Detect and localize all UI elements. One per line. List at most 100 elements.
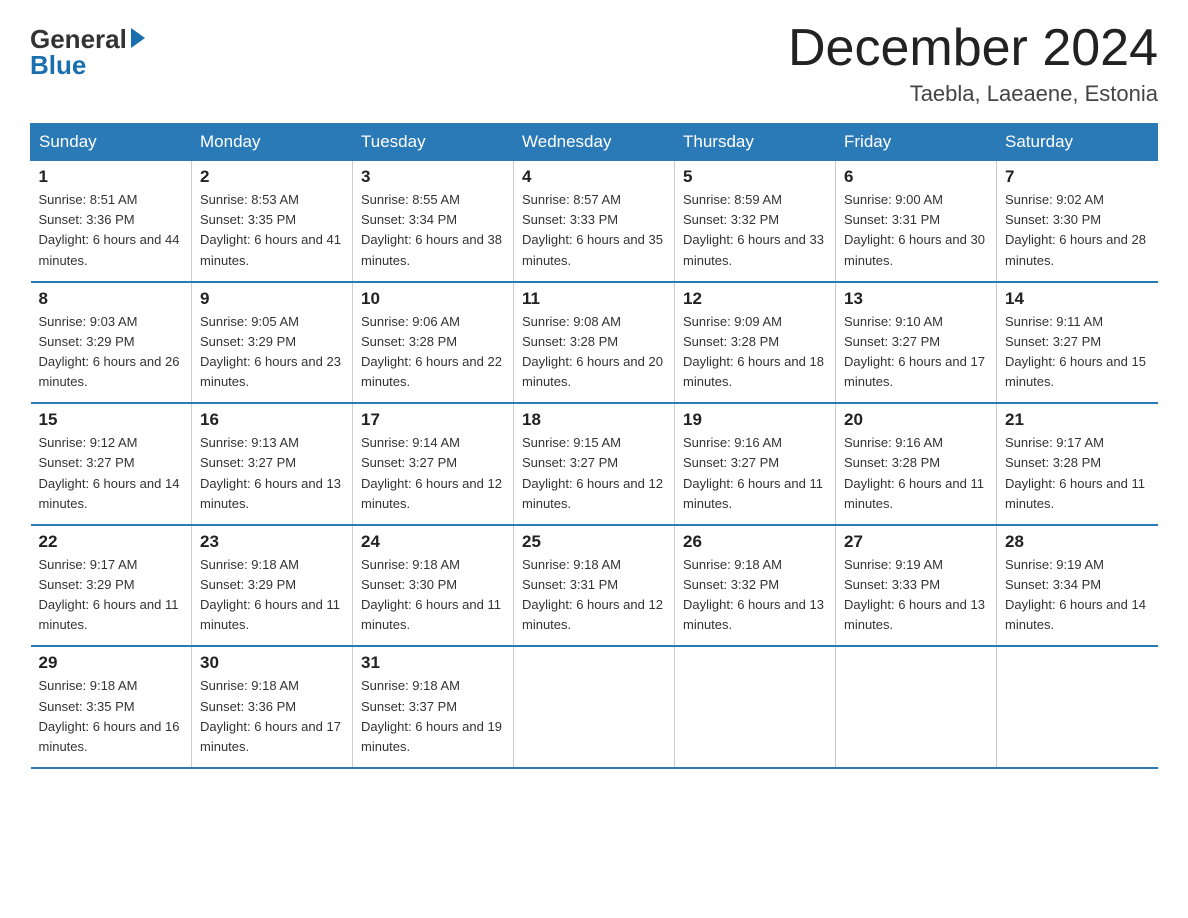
weekday-header-friday: Friday: [836, 124, 997, 161]
title-block: December 2024 Taebla, Laeaene, Estonia: [788, 20, 1158, 107]
day-number: 21: [1005, 410, 1150, 430]
day-info: Sunrise: 9:15 AMSunset: 3:27 PMDaylight:…: [522, 433, 666, 514]
day-info: Sunrise: 8:51 AMSunset: 3:36 PMDaylight:…: [39, 190, 184, 271]
day-number: 10: [361, 289, 505, 309]
day-number: 20: [844, 410, 988, 430]
weekday-header-sunday: Sunday: [31, 124, 192, 161]
calendar-cell: 19Sunrise: 9:16 AMSunset: 3:27 PMDayligh…: [675, 403, 836, 525]
weekday-header-wednesday: Wednesday: [514, 124, 675, 161]
day-info: Sunrise: 9:19 AMSunset: 3:33 PMDaylight:…: [844, 555, 988, 636]
day-number: 6: [844, 167, 988, 187]
day-info: Sunrise: 9:18 AMSunset: 3:37 PMDaylight:…: [361, 676, 505, 757]
page-header: General Blue December 2024 Taebla, Laeae…: [30, 20, 1158, 107]
day-info: Sunrise: 9:12 AMSunset: 3:27 PMDaylight:…: [39, 433, 184, 514]
day-number: 3: [361, 167, 505, 187]
calendar-cell: 2Sunrise: 8:53 AMSunset: 3:35 PMDaylight…: [192, 161, 353, 282]
day-info: Sunrise: 9:08 AMSunset: 3:28 PMDaylight:…: [522, 312, 666, 393]
calendar-table: SundayMondayTuesdayWednesdayThursdayFrid…: [30, 123, 1158, 769]
calendar-cell: 18 Sunrise: 9:15 AMSunset: 3:27 PMDayligh…: [514, 403, 675, 525]
weekday-header-thursday: Thursday: [675, 124, 836, 161]
day-number: 7: [1005, 167, 1150, 187]
calendar-cell: 24 Sunrise: 9:18 AMSunset: 3:30 PMDayligh…: [353, 525, 514, 647]
day-number: 29: [39, 653, 184, 673]
calendar-cell: 16Sunrise: 9:13 AMSunset: 3:27 PMDayligh…: [192, 403, 353, 525]
month-title: December 2024: [788, 20, 1158, 77]
day-info: Sunrise: 9:10 AMSunset: 3:27 PMDaylight:…: [844, 312, 988, 393]
day-number: 31: [361, 653, 505, 673]
logo: General Blue: [30, 20, 145, 78]
day-info: Sunrise: 9:16 AMSunset: 3:27 PMDaylight:…: [683, 433, 827, 514]
day-info: Sunrise: 9:18 AMSunset: 3:35 PMDaylight:…: [39, 676, 184, 757]
calendar-cell: 9 Sunrise: 9:05 AMSunset: 3:29 PMDaylight…: [192, 282, 353, 404]
day-number: 2: [200, 167, 344, 187]
calendar-cell: 20 Sunrise: 9:16 AMSunset: 3:28 PMDayligh…: [836, 403, 997, 525]
calendar-week-row: 15 Sunrise: 9:12 AMSunset: 3:27 PMDayligh…: [31, 403, 1158, 525]
calendar-week-row: 8 Sunrise: 9:03 AMSunset: 3:29 PMDaylight…: [31, 282, 1158, 404]
day-number: 16: [200, 410, 344, 430]
calendar-cell: 5Sunrise: 8:59 AMSunset: 3:32 PMDaylight…: [675, 161, 836, 282]
day-info: Sunrise: 9:03 AMSunset: 3:29 PMDaylight:…: [39, 312, 184, 393]
day-info: Sunrise: 9:18 AMSunset: 3:32 PMDaylight:…: [683, 555, 827, 636]
calendar-cell: 29 Sunrise: 9:18 AMSunset: 3:35 PMDayligh…: [31, 646, 192, 768]
day-number: 24: [361, 532, 505, 552]
calendar-cell: 17 Sunrise: 9:14 AMSunset: 3:27 PMDayligh…: [353, 403, 514, 525]
day-info: Sunrise: 8:57 AMSunset: 3:33 PMDaylight:…: [522, 190, 666, 271]
calendar-cell: 3 Sunrise: 8:55 AMSunset: 3:34 PMDaylight…: [353, 161, 514, 282]
day-info: Sunrise: 9:06 AMSunset: 3:28 PMDaylight:…: [361, 312, 505, 393]
day-number: 17: [361, 410, 505, 430]
day-number: 5: [683, 167, 827, 187]
day-info: Sunrise: 9:19 AMSunset: 3:34 PMDaylight:…: [1005, 555, 1150, 636]
day-info: Sunrise: 9:16 AMSunset: 3:28 PMDaylight:…: [844, 433, 988, 514]
day-info: Sunrise: 9:18 AMSunset: 3:31 PMDaylight:…: [522, 555, 666, 636]
calendar-cell: 13 Sunrise: 9:10 AMSunset: 3:27 PMDayligh…: [836, 282, 997, 404]
calendar-week-row: 22Sunrise: 9:17 AMSunset: 3:29 PMDayligh…: [31, 525, 1158, 647]
calendar-cell: [514, 646, 675, 768]
calendar-cell: 7Sunrise: 9:02 AMSunset: 3:30 PMDaylight…: [997, 161, 1158, 282]
day-info: Sunrise: 9:18 AMSunset: 3:30 PMDaylight:…: [361, 555, 505, 636]
calendar-week-row: 29 Sunrise: 9:18 AMSunset: 3:35 PMDayligh…: [31, 646, 1158, 768]
weekday-header-monday: Monday: [192, 124, 353, 161]
calendar-cell: 23Sunrise: 9:18 AMSunset: 3:29 PMDayligh…: [192, 525, 353, 647]
day-number: 23: [200, 532, 344, 552]
calendar-cell: [997, 646, 1158, 768]
calendar-cell: 6Sunrise: 9:00 AMSunset: 3:31 PMDaylight…: [836, 161, 997, 282]
calendar-cell: 1 Sunrise: 8:51 AMSunset: 3:36 PMDaylight…: [31, 161, 192, 282]
location-title: Taebla, Laeaene, Estonia: [788, 81, 1158, 107]
day-number: 18: [522, 410, 666, 430]
day-info: Sunrise: 9:05 AMSunset: 3:29 PMDaylight:…: [200, 312, 344, 393]
logo-triangle-icon: [131, 28, 145, 48]
day-number: 25: [522, 532, 666, 552]
calendar-cell: 22Sunrise: 9:17 AMSunset: 3:29 PMDayligh…: [31, 525, 192, 647]
day-number: 13: [844, 289, 988, 309]
calendar-cell: 31 Sunrise: 9:18 AMSunset: 3:37 PMDayligh…: [353, 646, 514, 768]
calendar-cell: 8 Sunrise: 9:03 AMSunset: 3:29 PMDaylight…: [31, 282, 192, 404]
weekday-header-row: SundayMondayTuesdayWednesdayThursdayFrid…: [31, 124, 1158, 161]
day-number: 9: [200, 289, 344, 309]
weekday-header-saturday: Saturday: [997, 124, 1158, 161]
day-info: Sunrise: 9:18 AMSunset: 3:36 PMDaylight:…: [200, 676, 344, 757]
day-number: 1: [39, 167, 184, 187]
calendar-cell: 30Sunrise: 9:18 AMSunset: 3:36 PMDayligh…: [192, 646, 353, 768]
calendar-cell: 10 Sunrise: 9:06 AMSunset: 3:28 PMDayligh…: [353, 282, 514, 404]
day-number: 15: [39, 410, 184, 430]
day-number: 28: [1005, 532, 1150, 552]
calendar-cell: 26Sunrise: 9:18 AMSunset: 3:32 PMDayligh…: [675, 525, 836, 647]
calendar-cell: 15 Sunrise: 9:12 AMSunset: 3:27 PMDayligh…: [31, 403, 192, 525]
day-info: Sunrise: 8:55 AMSunset: 3:34 PMDaylight:…: [361, 190, 505, 271]
day-info: Sunrise: 9:17 AMSunset: 3:29 PMDaylight:…: [39, 555, 184, 636]
day-number: 12: [683, 289, 827, 309]
calendar-cell: 14 Sunrise: 9:11 AMSunset: 3:27 PMDayligh…: [997, 282, 1158, 404]
day-info: Sunrise: 9:11 AMSunset: 3:27 PMDaylight:…: [1005, 312, 1150, 393]
logo-blue-text: Blue: [30, 52, 86, 78]
day-info: Sunrise: 9:14 AMSunset: 3:27 PMDaylight:…: [361, 433, 505, 514]
day-info: Sunrise: 9:09 AMSunset: 3:28 PMDaylight:…: [683, 312, 827, 393]
calendar-cell: 11Sunrise: 9:08 AMSunset: 3:28 PMDayligh…: [514, 282, 675, 404]
weekday-header-tuesday: Tuesday: [353, 124, 514, 161]
calendar-cell: 4Sunrise: 8:57 AMSunset: 3:33 PMDaylight…: [514, 161, 675, 282]
day-number: 14: [1005, 289, 1150, 309]
calendar-cell: 21 Sunrise: 9:17 AMSunset: 3:28 PMDayligh…: [997, 403, 1158, 525]
day-number: 8: [39, 289, 184, 309]
calendar-cell: [836, 646, 997, 768]
calendar-cell: 27Sunrise: 9:19 AMSunset: 3:33 PMDayligh…: [836, 525, 997, 647]
day-info: Sunrise: 9:17 AMSunset: 3:28 PMDaylight:…: [1005, 433, 1150, 514]
